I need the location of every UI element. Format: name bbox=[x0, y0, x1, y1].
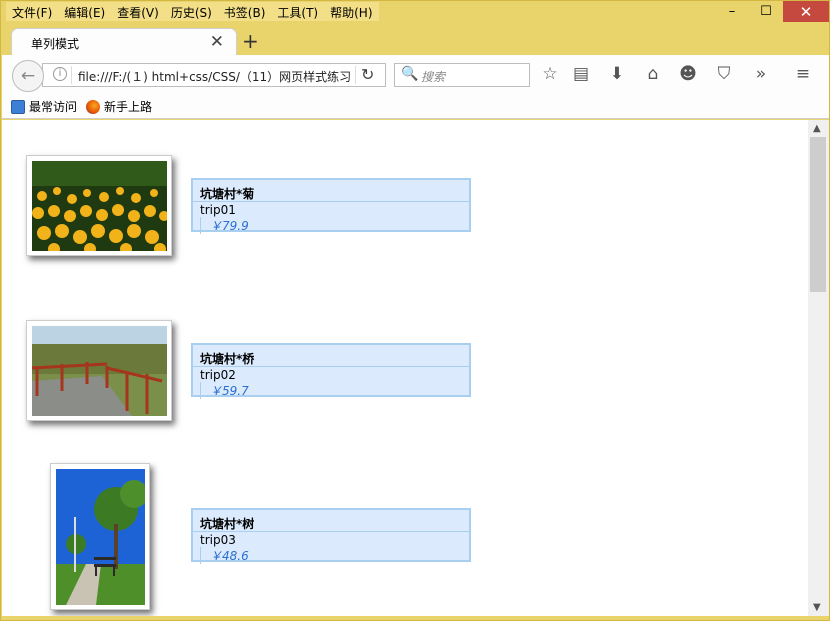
product-price: ￥48.6 bbox=[200, 547, 249, 564]
home-icon[interactable]: ⌂ bbox=[642, 64, 664, 84]
card-divider bbox=[193, 201, 469, 202]
scroll-thumb[interactable] bbox=[810, 137, 826, 292]
bookmark-most-visited[interactable]: 最常访问 bbox=[11, 98, 77, 115]
navigation-bar: i file:///F:/(１) html+css/CSS/（11）网页样式练习… bbox=[2, 55, 829, 94]
product-name: 坑塘村*桥 bbox=[200, 352, 255, 366]
back-button[interactable]: ← bbox=[12, 60, 44, 92]
search-placeholder: 搜索 bbox=[421, 70, 446, 84]
product-code: trip01 bbox=[200, 203, 236, 217]
product-code: trip03 bbox=[200, 533, 236, 547]
bookmark-label: 最常访问 bbox=[29, 100, 78, 114]
overflow-icon[interactable]: » bbox=[750, 64, 772, 84]
card-divider bbox=[193, 366, 469, 367]
product-card[interactable]: 坑塘村*树 trip03 ￥48.6 bbox=[191, 508, 471, 564]
menu-help[interactable]: 帮助(H) bbox=[324, 2, 378, 21]
url-text[interactable]: file:///F:/(１) html+css/CSS/（11）网页样式练习 bbox=[78, 68, 356, 85]
menu-history[interactable]: 历史(S) bbox=[165, 2, 218, 21]
info-icon[interactable]: i bbox=[53, 67, 67, 81]
menu-view[interactable]: 查看(V) bbox=[111, 2, 165, 21]
back-arrow-icon: ← bbox=[20, 66, 36, 86]
bridge-image bbox=[32, 326, 167, 416]
product-code: trip02 bbox=[200, 368, 236, 382]
new-tab-button[interactable]: + bbox=[242, 29, 259, 53]
pocket-icon[interactable]: ⛉ bbox=[713, 64, 735, 84]
bookmark-label: 新手上路 bbox=[104, 100, 153, 114]
firefox-icon bbox=[86, 99, 100, 114]
search-icon: 🔍 bbox=[401, 66, 419, 82]
bookmarks-bar: 最常访问 新手上路 bbox=[2, 94, 829, 119]
tab-title: 单列模式 bbox=[31, 37, 80, 51]
park-image bbox=[56, 469, 145, 605]
menu-bookmarks[interactable]: 书签(B) bbox=[218, 2, 272, 21]
photo-frame[interactable] bbox=[26, 155, 172, 256]
window-controls: – ☐ ✕ bbox=[715, 1, 829, 23]
menu-tools[interactable]: 工具(T) bbox=[271, 2, 324, 21]
maximize-button[interactable]: ☐ bbox=[749, 1, 783, 22]
product-card[interactable]: 坑塘村*桥 trip02 ￥59.7 bbox=[191, 343, 471, 399]
url-separator bbox=[71, 66, 72, 84]
flowers-image bbox=[32, 161, 167, 251]
close-window-button[interactable]: ✕ bbox=[783, 1, 829, 22]
url-separator-2 bbox=[355, 66, 356, 84]
photo-frame[interactable] bbox=[26, 320, 172, 421]
menu-edit[interactable]: 编辑(E) bbox=[58, 2, 111, 21]
tab-active[interactable]: 单列模式 ✕ bbox=[11, 28, 237, 56]
product-price: ￥59.7 bbox=[200, 382, 249, 399]
photo-frame[interactable] bbox=[50, 463, 150, 610]
most-visited-icon bbox=[11, 99, 25, 114]
download-icon[interactable]: ⬇ bbox=[606, 64, 628, 84]
product-name: 坑塘村*树 bbox=[200, 517, 255, 531]
search-input[interactable]: 🔍 搜索 bbox=[394, 63, 530, 87]
url-bar[interactable]: i file:///F:/(１) html+css/CSS/（11）网页样式练习… bbox=[42, 63, 386, 87]
minimize-button[interactable]: – bbox=[715, 1, 749, 22]
browser-window: 文件(F) 编辑(E) 查看(V) 历史(S) 书签(B) 工具(T) 帮助(H… bbox=[0, 0, 830, 621]
menu-file[interactable]: 文件(F) bbox=[6, 2, 58, 21]
bookmark-getting-started[interactable]: 新手上路 bbox=[86, 98, 152, 115]
reading-list-icon[interactable]: ▤ bbox=[570, 64, 592, 84]
page-content: 坑塘村*菊 trip01 ￥79.9 坑塘村*桥 trip02 ￥59.7 坑塘… bbox=[2, 120, 808, 616]
product-card[interactable]: 坑塘村*菊 trip01 ￥79.9 bbox=[191, 178, 471, 234]
scroll-up-icon[interactable]: ▲ bbox=[813, 123, 821, 134]
menu-bar: 文件(F) 编辑(E) 查看(V) 历史(S) 书签(B) 工具(T) 帮助(H… bbox=[6, 2, 379, 21]
vertical-scrollbar[interactable]: ▲ ▼ bbox=[808, 120, 829, 616]
product-name: 坑塘村*菊 bbox=[200, 187, 255, 201]
hamburger-menu-icon[interactable]: ≡ bbox=[792, 64, 814, 84]
tab-close-icon[interactable]: ✕ bbox=[210, 32, 224, 52]
reload-icon[interactable]: ↻ bbox=[361, 65, 374, 84]
smiley-icon[interactable]: ☻ bbox=[677, 64, 699, 84]
scroll-down-icon[interactable]: ▼ bbox=[813, 602, 821, 613]
card-divider bbox=[193, 531, 469, 532]
product-price: ￥79.9 bbox=[200, 217, 249, 234]
bookmark-star-icon[interactable]: ☆ bbox=[539, 64, 561, 84]
